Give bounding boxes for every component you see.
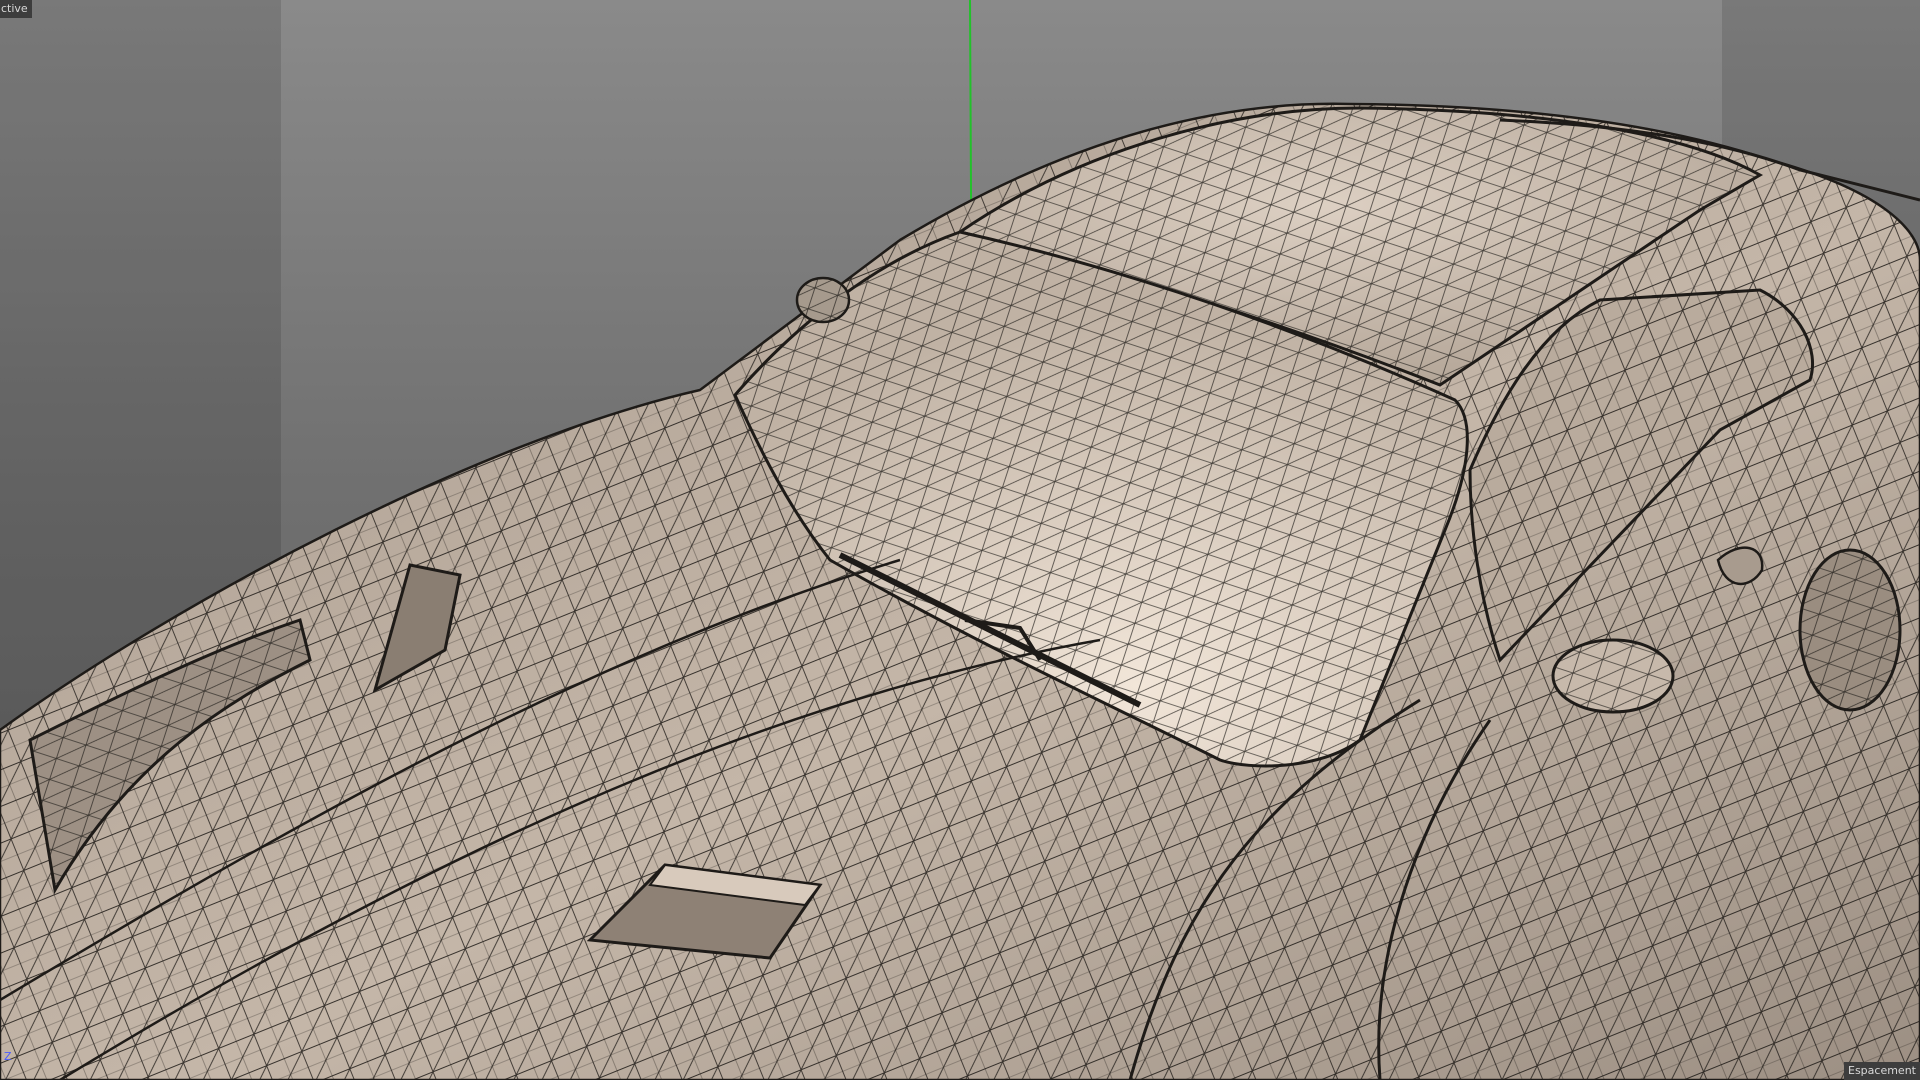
axis-indicator-icon: Z (4, 1050, 12, 1063)
3d-viewport[interactable]: ctive Z Espacement (0, 0, 1920, 1080)
viewport-camera-label[interactable]: ctive (0, 0, 32, 18)
car-wireframe-model[interactable] (0, 0, 1920, 1080)
viewport-status-label: Espacement (1844, 1062, 1920, 1080)
